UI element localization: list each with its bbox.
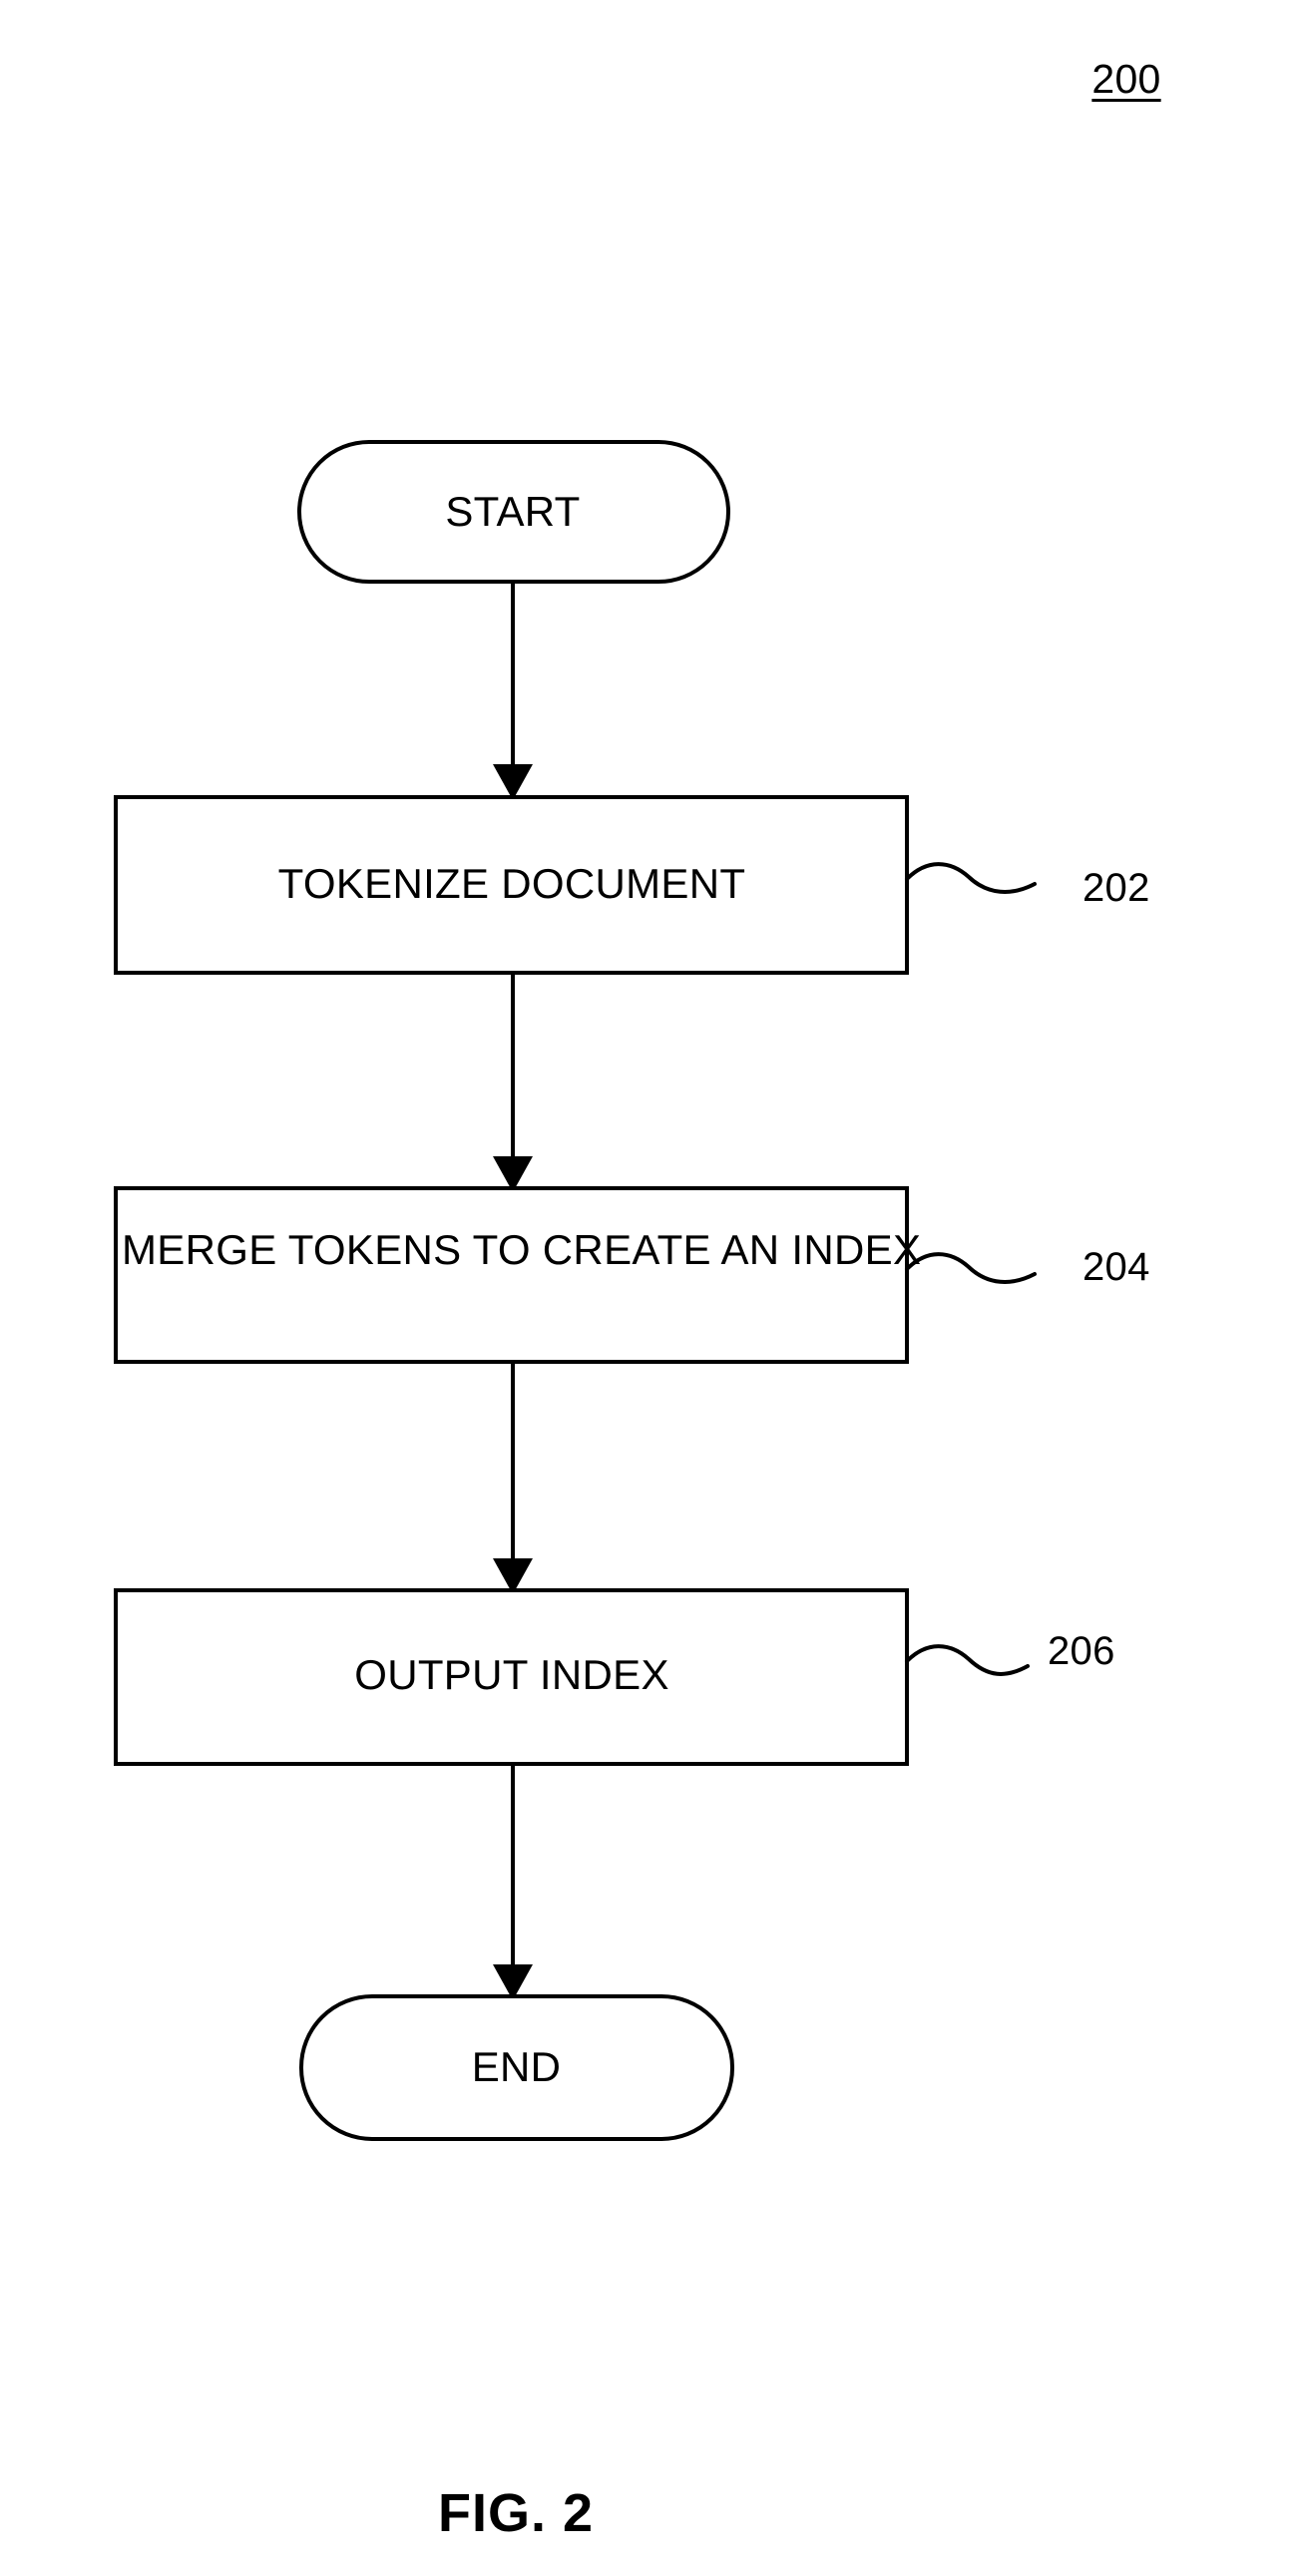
patent-figure: 200 START TOKENIZE DOCUMENT 202 MERGE TO…: [0, 0, 1299, 2576]
start-terminator-label: START: [445, 488, 581, 535]
process-box-204-shape: [114, 1186, 909, 1364]
reference-numeral-202: 202: [1082, 866, 1150, 910]
reference-numeral-206: 206: [1048, 1629, 1115, 1673]
leader-line-204: [905, 1252, 1037, 1284]
figure-caption: FIG. 2: [437, 2483, 595, 2543]
leader-line-206: [905, 1644, 1030, 1676]
reference-numeral-204: 204: [1082, 1245, 1150, 1289]
process-box-206-label: OUTPUT INDEX: [354, 1651, 669, 1698]
process-box-202-label: TOKENIZE DOCUMENT: [277, 860, 746, 907]
figure-reference-numeral: 200: [1091, 56, 1161, 102]
leader-line-202: [905, 862, 1037, 894]
process-box-204-label: MERGE TOKENS TO CREATE AN INDEX: [122, 1226, 922, 1273]
end-terminator-label: END: [471, 2043, 562, 2090]
